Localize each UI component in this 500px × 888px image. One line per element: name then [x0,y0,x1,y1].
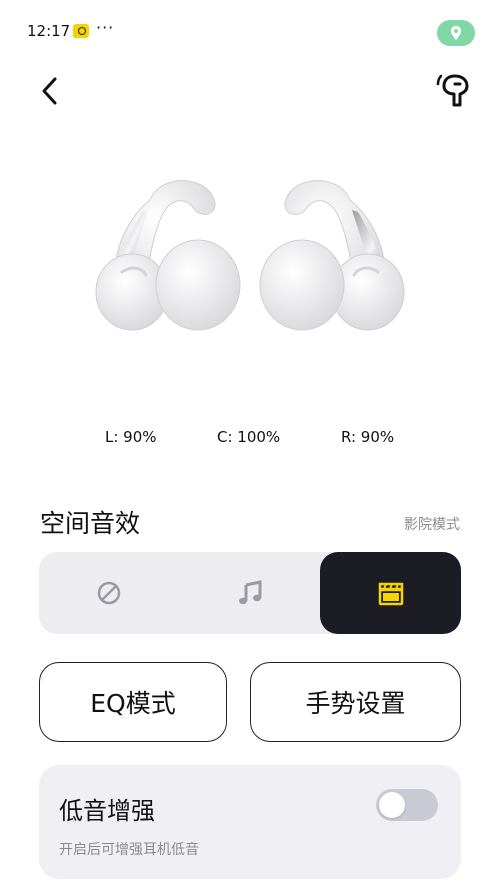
earbud-icon [436,74,469,107]
bass-boost-card: 低音增强 开启后可增强耳机低音 [39,765,461,879]
gesture-settings-button[interactable]: 手势设置 [250,662,461,742]
spatial-cinema-option[interactable] [320,552,461,634]
spatial-off-option[interactable] [39,552,179,634]
eq-mode-button[interactable]: EQ模式 [39,662,227,742]
app-notification-icon [73,24,89,38]
status-bar: 12:17 ··· [0,0,500,64]
toggle-knob [379,792,405,818]
location-pill[interactable] [437,20,475,46]
back-button[interactable] [34,74,68,108]
bass-boost-title: 低音增强 [59,797,155,825]
back-arrow-icon [42,77,57,105]
battery-levels: L: 90% C: 100% R: 90% [0,428,500,450]
left-earbud [95,180,241,331]
spatial-audio-mode-label: 影院模式 [404,517,460,533]
spatial-music-option[interactable] [180,552,320,634]
clapperboard-icon [378,582,403,606]
location-pin-icon [451,26,461,40]
battery-case: C: 100% [217,428,281,446]
bass-boost-toggle[interactable] [376,789,438,821]
off-circle-icon [97,581,121,605]
bass-boost-subtitle: 开启后可增强耳机低音 [59,842,199,858]
earbuds-image [0,160,500,360]
right-earbud [259,180,405,331]
status-more-dots: ··· [96,18,115,37]
battery-right: R: 90% [341,428,395,446]
earbud-device-button[interactable] [436,72,474,110]
spatial-audio-title: 空间音效 [40,509,141,538]
status-time: 12:17 [27,22,71,40]
spatial-audio-selector [39,552,461,634]
battery-left: L: 90% [105,428,157,446]
music-note-icon [239,580,262,605]
